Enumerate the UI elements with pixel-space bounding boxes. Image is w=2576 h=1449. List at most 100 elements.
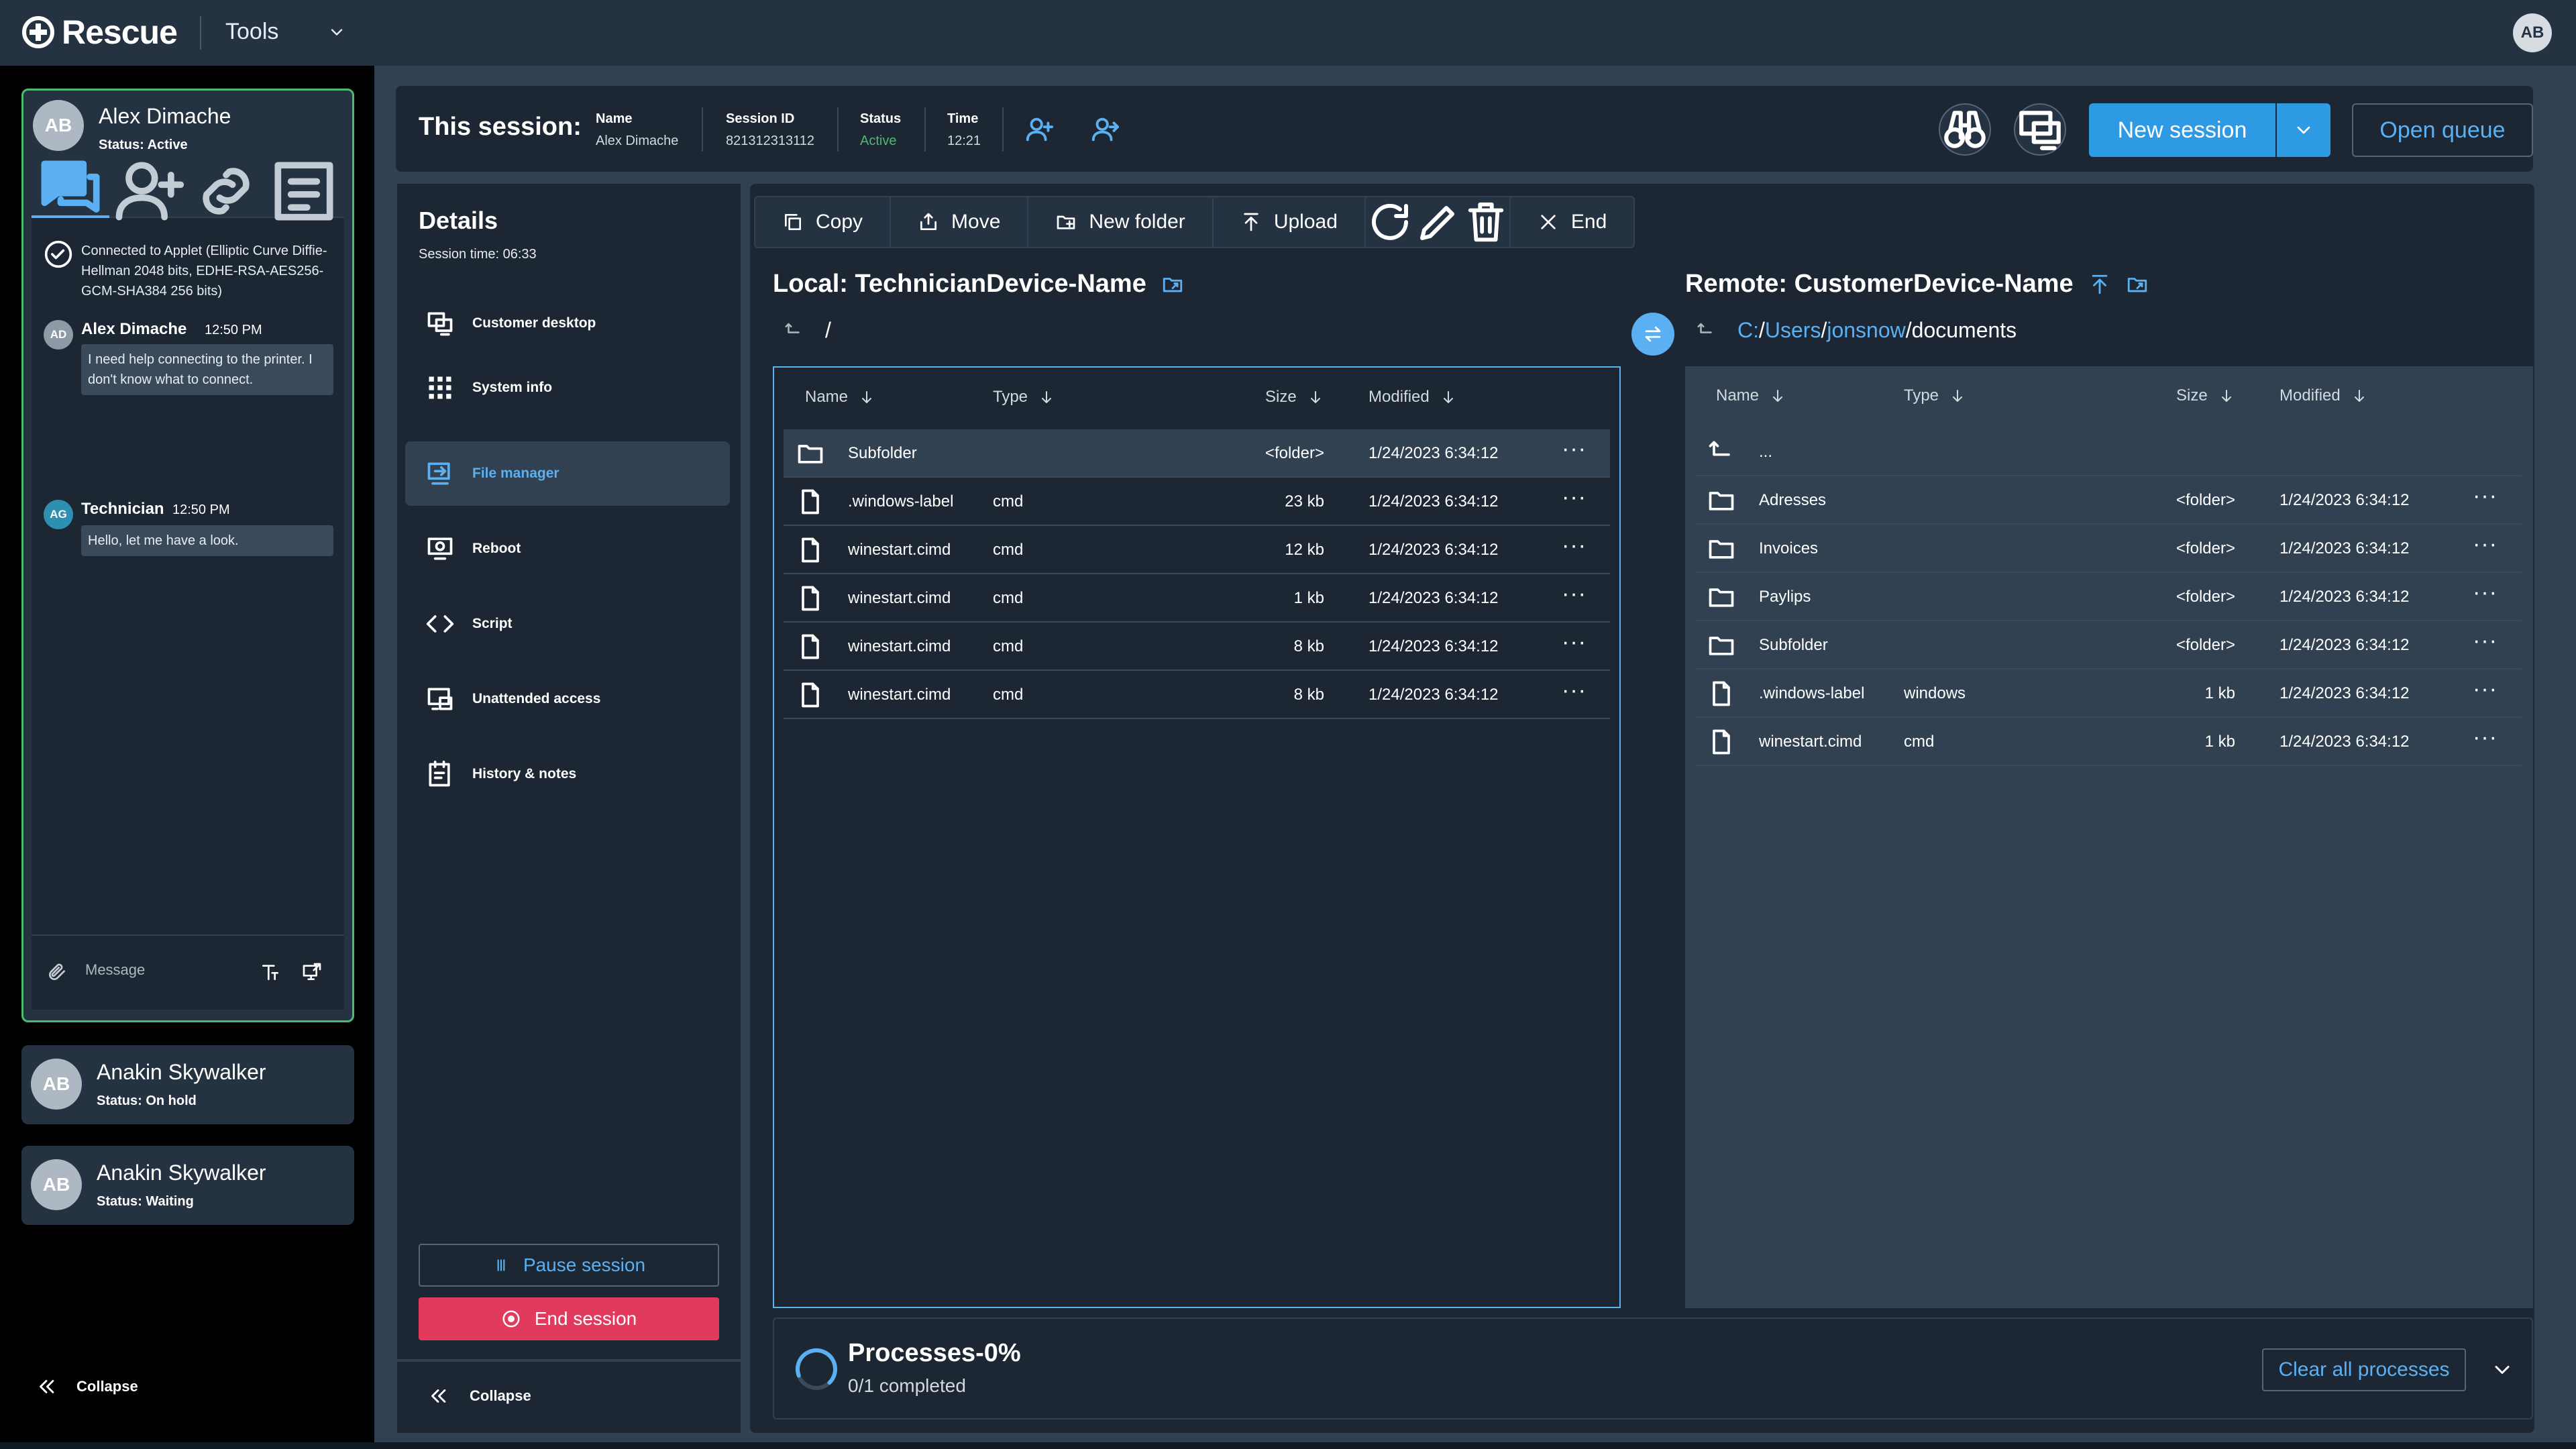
- new-folder-button[interactable]: New folder: [1028, 197, 1214, 247]
- session-card[interactable]: AB Anakin Skywalker Status: Waiting: [21, 1146, 354, 1225]
- collapse-details-button[interactable]: Collapse: [427, 1385, 531, 1407]
- link-icon[interactable]: [187, 164, 265, 218]
- table-row[interactable]: Adresses <folder> 1/24/2023 6:34:12 ···: [1695, 476, 2521, 525]
- menu-customer-desktop[interactable]: Customer desktop: [405, 291, 730, 356]
- end-button[interactable]: End: [1511, 197, 1633, 247]
- menu-reboot[interactable]: Reboot: [405, 517, 730, 581]
- column-header-size[interactable]: Size: [2176, 386, 2235, 405]
- more-options-icon[interactable]: ···: [1562, 484, 1587, 511]
- more-options-icon[interactable]: ···: [2473, 676, 2498, 702]
- menu-label: History & notes: [472, 766, 577, 782]
- table-row[interactable]: .windows-label cmd 23 kb 1/24/2023 6:34:12 ·…: [784, 478, 1610, 526]
- upload-label: Upload: [1273, 211, 1338, 233]
- column-header-modified[interactable]: Modified: [2279, 386, 2367, 405]
- menu-file-manager[interactable]: File manager: [405, 441, 730, 506]
- swap-icon[interactable]: [1631, 313, 1674, 356]
- collapse-sidebar-button[interactable]: Collapse: [35, 1375, 138, 1398]
- paperclip-icon[interactable]: [46, 961, 68, 983]
- tools-menu[interactable]: Tools: [225, 19, 278, 45]
- trash-icon[interactable]: [1462, 197, 1511, 247]
- table-row[interactable]: winestart.cimd cmd 8 kb 1/24/2023 6:34:12 ··…: [784, 671, 1610, 719]
- upload-arrow-icon[interactable]: [2088, 273, 2111, 296]
- chevron-down-icon[interactable]: [2490, 1358, 2514, 1382]
- menu-history-notes[interactable]: History & notes: [405, 742, 730, 806]
- file-size: 23 kb: [1285, 492, 1324, 511]
- collapse-label: Collapse: [76, 1378, 138, 1395]
- menu-unattended-access[interactable]: Unattended access: [405, 667, 730, 731]
- table-row[interactable]: Paylips <folder> 1/24/2023 6:34:12 ···: [1695, 573, 2521, 621]
- more-options-icon[interactable]: ···: [1562, 678, 1587, 704]
- back-up-icon[interactable]: [1696, 321, 1716, 341]
- chevron-down-icon[interactable]: [2277, 103, 2330, 157]
- file-size: 12 kb: [1285, 541, 1324, 559]
- upload-button[interactable]: Upload: [1214, 197, 1366, 247]
- text-format-icon[interactable]: [260, 961, 281, 983]
- more-options-icon[interactable]: ···: [2473, 724, 2498, 751]
- table-row[interactable]: winestart.cimd cmd 12 kb 1/24/2023 6:34:12 ·…: [784, 526, 1610, 574]
- pause-session-button[interactable]: Pause session: [419, 1244, 719, 1287]
- session-card-active[interactable]: AB Alex Dimache Status: Active Connected…: [21, 89, 354, 1022]
- table-row[interactable]: winestart.cimd cmd 1 kb 1/24/2023 6:34:12 ··…: [784, 574, 1610, 623]
- table-row[interactable]: winestart.cimd cmd 8 kb 1/24/2023 6:34:12 ··…: [784, 623, 1610, 671]
- more-options-icon[interactable]: ···: [2473, 483, 2498, 509]
- table-row[interactable]: Invoices <folder> 1/24/2023 6:34:12 ···: [1695, 525, 2521, 573]
- column-header-modified[interactable]: Modified: [1368, 388, 1456, 407]
- back-up-icon[interactable]: [784, 321, 804, 341]
- new-session-button[interactable]: New session: [2089, 103, 2275, 157]
- more-options-icon[interactable]: ···: [2473, 531, 2498, 557]
- menu-system-info[interactable]: System info: [405, 356, 730, 420]
- notes-icon[interactable]: [265, 162, 343, 221]
- refresh-icon[interactable]: [1366, 197, 1414, 247]
- invite-user-icon[interactable]: [1024, 114, 1055, 145]
- session-name: Anakin Skywalker: [97, 1060, 266, 1084]
- binoculars-icon[interactable]: [1939, 103, 1991, 156]
- session-card[interactable]: AB Anakin Skywalker Status: On hold: [21, 1045, 354, 1124]
- file-icon: [796, 487, 825, 517]
- parent-folder-label: ...: [1759, 443, 1773, 461]
- table-row[interactable]: Subfolder <folder> 1/24/2023 6:34:12 ···: [1695, 621, 2521, 669]
- path-segment-users[interactable]: Users: [1765, 318, 1821, 343]
- file-size: <folder>: [2176, 491, 2235, 509]
- more-options-icon[interactable]: ···: [2473, 628, 2498, 654]
- edit-icon[interactable]: [1414, 197, 1462, 247]
- column-header-type[interactable]: Type: [993, 388, 1055, 407]
- customer-desktop-icon: [425, 309, 455, 338]
- parent-folder-row[interactable]: ...: [1695, 428, 2521, 476]
- path-segment-user[interactable]: jonsnow: [1827, 318, 1905, 343]
- chevron-down-icon[interactable]: [327, 23, 346, 42]
- user-avatar[interactable]: AB: [2513, 13, 2552, 52]
- more-options-icon[interactable]: ···: [1562, 581, 1587, 607]
- more-options-icon[interactable]: ···: [2473, 580, 2498, 606]
- more-options-icon[interactable]: ···: [1562, 533, 1587, 559]
- message-input[interactable]: Message: [85, 961, 145, 979]
- share-screen-icon[interactable]: [301, 961, 323, 983]
- more-options-icon[interactable]: ···: [1562, 629, 1587, 655]
- move-icon: [918, 211, 939, 233]
- add-user-icon[interactable]: [109, 162, 187, 221]
- move-button[interactable]: Move: [891, 197, 1029, 247]
- session-time: Session time: 06:33: [419, 247, 537, 262]
- more-options-icon[interactable]: ···: [1562, 436, 1587, 462]
- column-header-size[interactable]: Size: [1265, 388, 1324, 407]
- chat-icon[interactable]: [32, 160, 109, 218]
- column-header-name[interactable]: Name: [805, 388, 875, 407]
- remote-desktop-icon[interactable]: [2014, 103, 2066, 156]
- folder-link-icon[interactable]: [1161, 273, 1184, 296]
- clear-all-processes-button[interactable]: Clear all processes: [2262, 1348, 2466, 1391]
- menu-script[interactable]: Script: [405, 592, 730, 656]
- column-header-type[interactable]: Type: [1904, 386, 1966, 405]
- path-segment-drive[interactable]: C:: [1737, 318, 1759, 343]
- open-queue-button[interactable]: Open queue: [2352, 103, 2533, 157]
- rescue-logo[interactable]: Rescue: [21, 12, 178, 52]
- table-row[interactable]: Subfolder <folder> 1/24/2023 6:34:12 ···: [784, 429, 1610, 478]
- table-row[interactable]: winestart.cimd cmd 1 kb 1/24/2023 6:34:12 ··…: [1695, 718, 2521, 766]
- message-bubble: I need help connecting to the printer. I…: [81, 344, 333, 395]
- local-path-text[interactable]: /: [825, 318, 831, 343]
- table-row[interactable]: .windows-label windows 1 kb 1/24/2023 6:34:…: [1695, 669, 2521, 718]
- end-session-button[interactable]: End session: [419, 1297, 719, 1340]
- copy-button[interactable]: Copy: [755, 197, 892, 247]
- column-header-name[interactable]: Name: [1716, 386, 1786, 405]
- sort-arrow-icon: [1949, 388, 1966, 404]
- folder-link-icon[interactable]: [2126, 273, 2149, 296]
- transfer-user-icon[interactable]: [1089, 114, 1120, 145]
